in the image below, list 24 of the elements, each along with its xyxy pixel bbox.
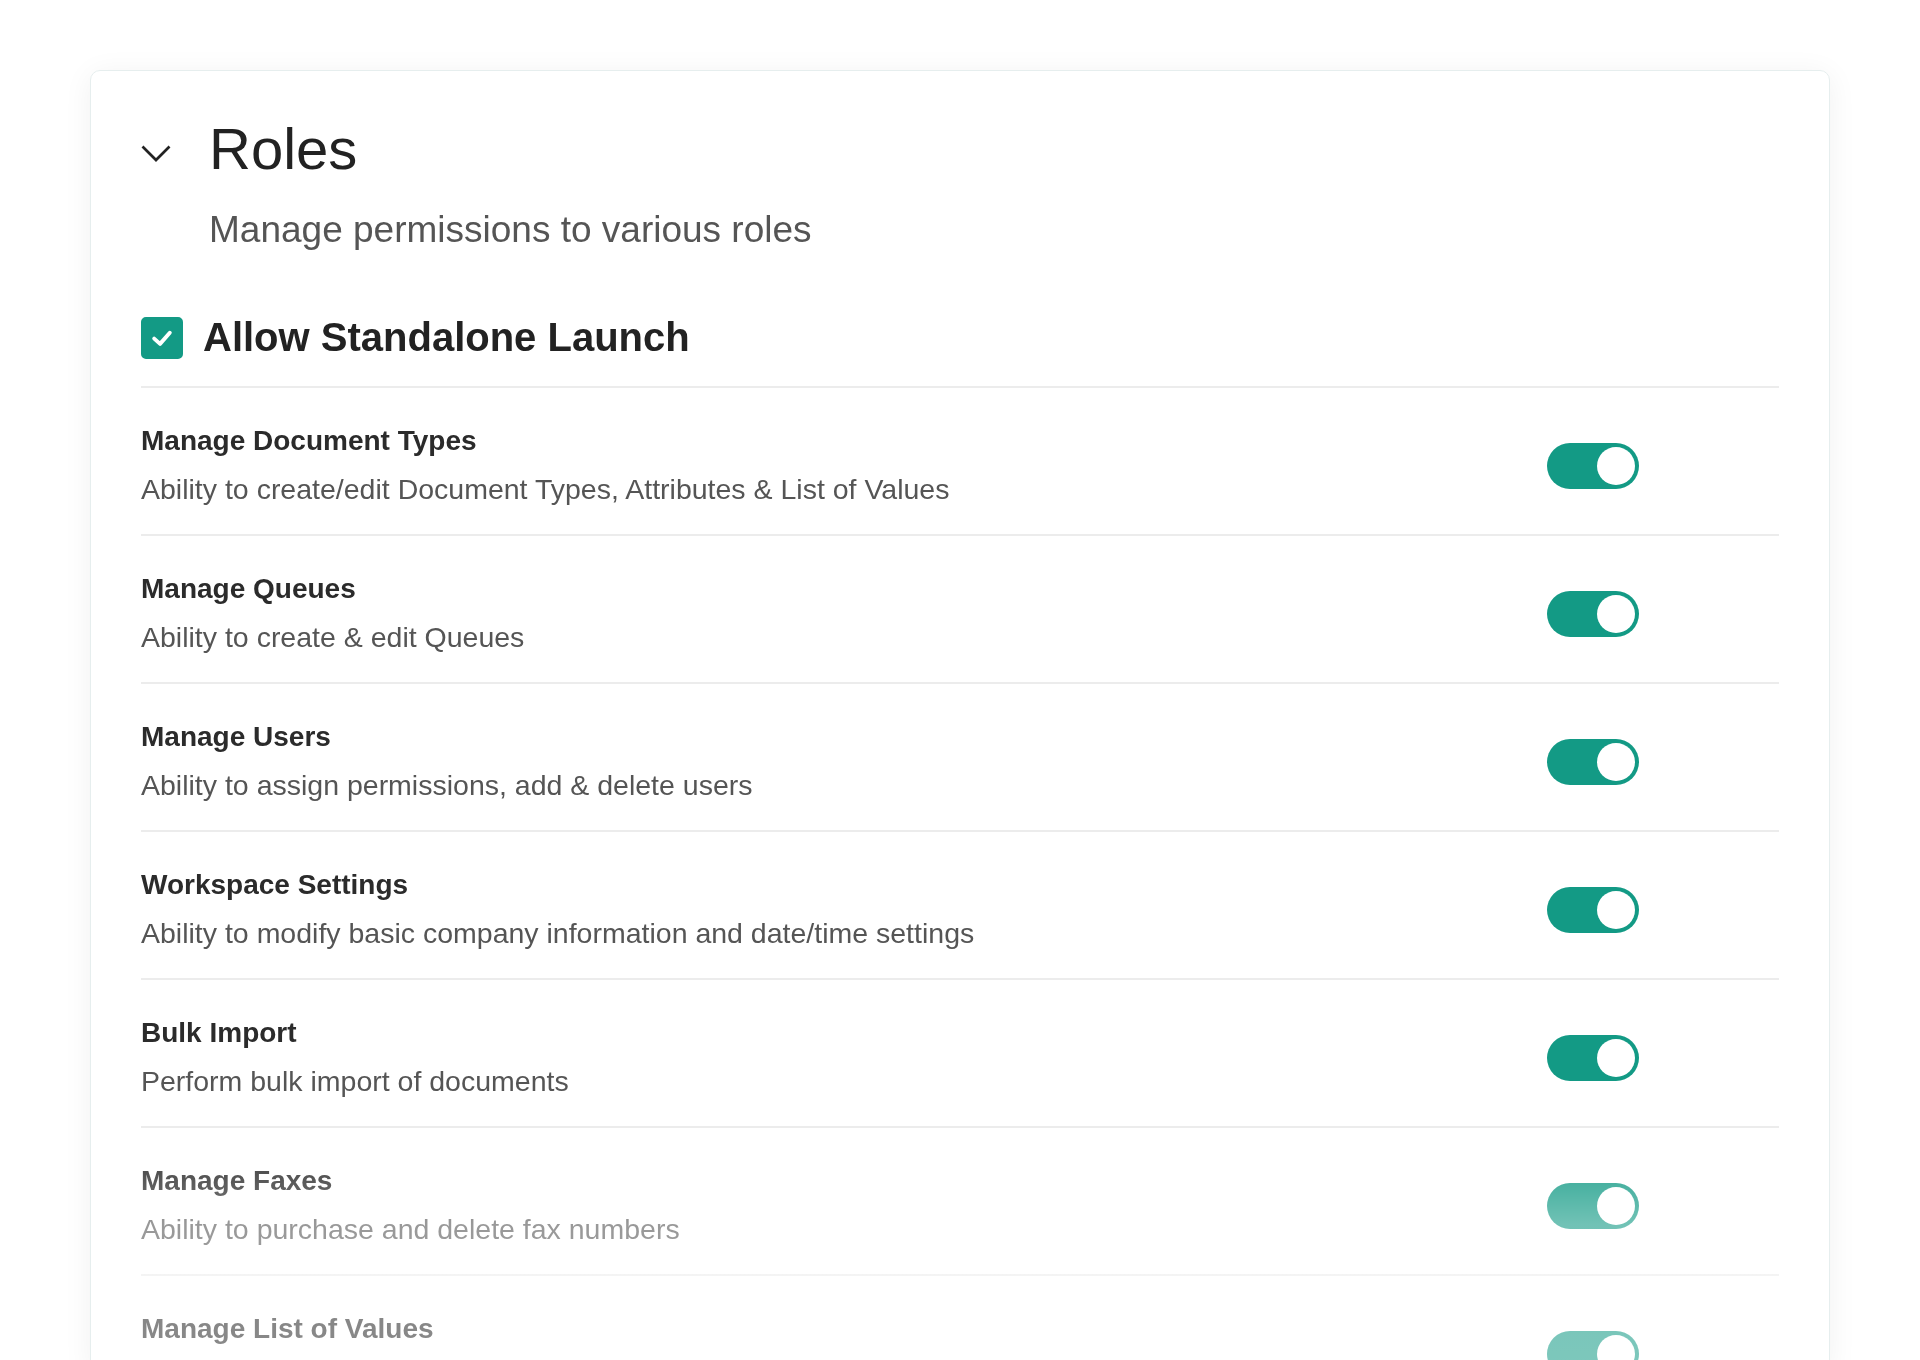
permission-description: Ability to create/edit Document Types, Attributes & List of Values: [141, 472, 950, 506]
chevron-icon[interactable]: [141, 145, 171, 163]
checkbox[interactable]: [141, 316, 183, 359]
permission-title: Manage List of Values: [141, 1312, 434, 1346]
section-subtitle: Manage permissions to various roles: [209, 208, 812, 252]
permission-description: Perform bulk import of documents: [141, 1064, 569, 1098]
toggle-switch[interactable]: [1547, 887, 1639, 933]
permission-title: Workspace Settings: [141, 868, 410, 902]
permission-title: Manage Document Types: [141, 424, 478, 458]
section-title: Roles: [209, 115, 359, 183]
permission-description: Ability to assign permissions, add & delete users: [141, 768, 753, 802]
toggle-switch[interactable]: [1547, 443, 1639, 489]
permission-description: Ability to purchase and delete fax numbers: [141, 1212, 680, 1246]
permission-title: Manage Faxes: [141, 1164, 334, 1198]
toggle-switch[interactable]: [1547, 1183, 1639, 1229]
permission-description: Ability to modify basic company information and date/time settings: [141, 916, 975, 950]
permission-title: Bulk Import: [141, 1016, 298, 1050]
permission-title: Manage Users: [141, 720, 332, 754]
permission-description: Ability to create & edit Queues: [141, 620, 525, 654]
checkbox-label: Allow Standalone Launch: [203, 315, 690, 360]
toggle-switch[interactable]: [1547, 739, 1639, 785]
toggle-switch[interactable]: [1547, 1035, 1639, 1081]
permission-title: Manage Queues: [141, 572, 357, 606]
toggle-switch[interactable]: [1547, 591, 1639, 637]
